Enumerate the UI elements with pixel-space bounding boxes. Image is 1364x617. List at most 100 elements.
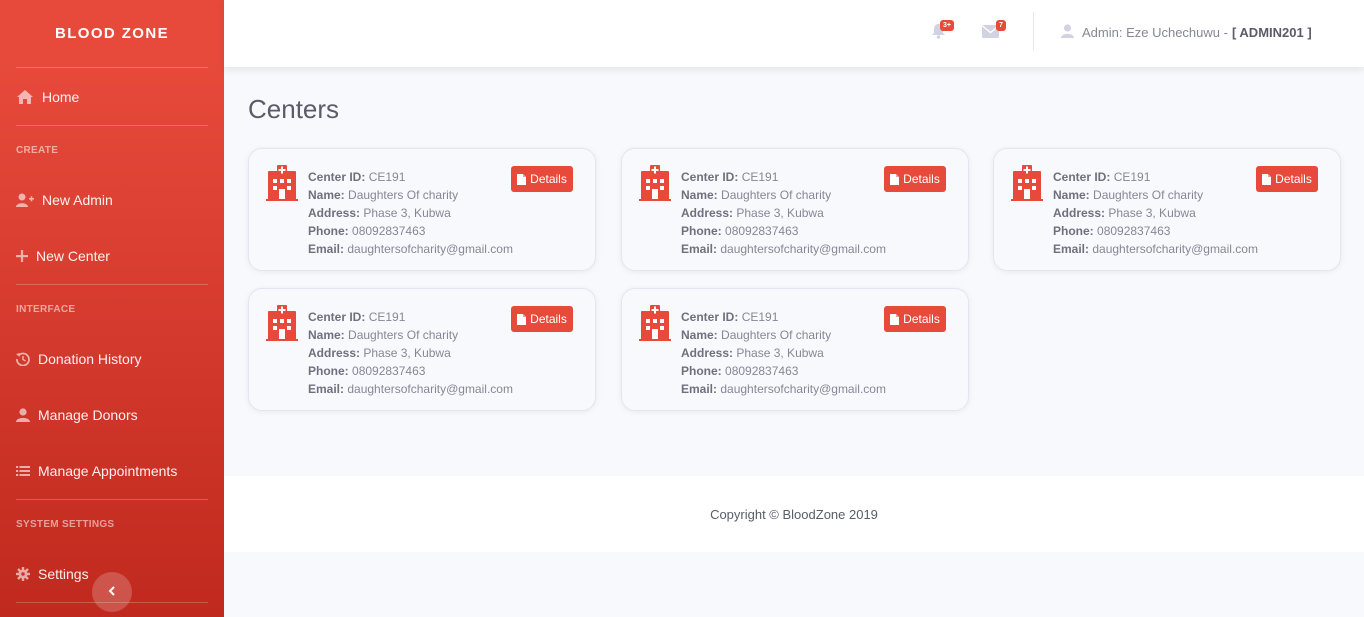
details-button[interactable]: Details [884,166,946,192]
center-address-row: Address: Phase 3, Kubwa [308,204,513,222]
center-info: Center ID: CE191 Name: Daughters Of char… [1053,168,1258,258]
center-id-label: Center ID: [681,310,739,324]
center-email-value: daughtersofcharity@gmail.com [720,242,886,256]
center-card: Center ID: CE191 Name: Daughters Of char… [621,148,969,271]
center-phone-label: Phone: [1053,224,1094,238]
center-phone-label: Phone: [681,224,722,238]
center-id-row: Center ID: CE191 [681,308,886,326]
center-address-value: Phase 3, Kubwa [363,346,451,360]
center-id-row: Center ID: CE191 [1053,168,1258,186]
center-name-value: Daughters Of charity [721,188,832,202]
sidebar-item-label: Manage Donors [38,407,138,423]
sidebar-item-label: New Center [36,248,110,264]
center-phone-value: 08092837463 [352,364,426,378]
center-email-value: daughtersofcharity@gmail.com [347,382,513,396]
brand-logo[interactable]: BLOOD ZONE [0,0,224,67]
center-id-value: CE191 [741,170,779,184]
center-phone-row: Phone: 08092837463 [681,362,886,380]
details-button[interactable]: Details [884,306,946,332]
center-email-label: Email: [681,382,718,396]
center-card: Center ID: CE191 Name: Daughters Of char… [248,288,596,411]
hospital-icon [266,165,298,206]
center-phone-value: 08092837463 [725,364,799,378]
center-address-label: Address: [1053,206,1106,220]
details-label: Details [530,172,567,186]
list-icon [16,464,30,478]
sidebar-item-home[interactable]: Home [0,68,224,125]
details-label: Details [1275,172,1312,186]
sidebar-item-manage-donors[interactable]: Manage Donors [0,387,224,443]
topbar-divider [1033,12,1034,50]
center-id-label: Center ID: [681,170,739,184]
center-email-value: daughtersofcharity@gmail.com [720,382,886,396]
center-address-row: Address: Phase 3, Kubwa [681,344,886,362]
center-name-row: Name: Daughters Of charity [681,326,886,344]
chevron-left-icon [108,583,116,601]
file-icon [890,173,900,185]
history-icon [16,352,30,366]
center-name-row: Name: Daughters Of charity [1053,186,1258,204]
user-avatar-icon [1061,24,1074,41]
center-email-label: Email: [681,242,718,256]
center-name-label: Name: [1053,188,1090,202]
plus-icon [16,249,28,263]
sidebar-heading-create: CREATE [16,144,59,156]
center-email-value: daughtersofcharity@gmail.com [347,242,513,256]
center-name-row: Name: Daughters Of charity [681,186,886,204]
center-name-value: Daughters Of charity [1093,188,1204,202]
topbar: 3+ 7 Admin: Eze Uchechuwu - [ ADMIN201 ] [224,0,1364,67]
sidebar-item-manage-appointments[interactable]: Manage Appointments [0,443,224,499]
user-menu[interactable]: Admin: Eze Uchechuwu - [ ADMIN201 ] [1061,24,1312,41]
file-icon [517,313,527,325]
center-email-value: daughtersofcharity@gmail.com [1092,242,1258,256]
center-phone-label: Phone: [308,224,349,238]
user-plus-icon [16,193,34,207]
user-id: [ ADMIN201 ] [1231,25,1312,40]
center-card: Center ID: CE191 Name: Daughters Of char… [993,148,1341,271]
center-address-value: Phase 3, Kubwa [736,206,824,220]
sidebar-item-label: Donation History [38,351,142,367]
sidebar-item-new-center[interactable]: New Center [0,228,224,284]
center-phone-row: Phone: 08092837463 [681,222,886,240]
hospital-icon [639,165,671,206]
hospital-icon [1011,165,1043,206]
center-name-label: Name: [308,328,345,342]
center-phone-label: Phone: [308,364,349,378]
center-email-row: Email: daughtersofcharity@gmail.com [308,240,513,258]
center-id-label: Center ID: [308,170,366,184]
center-email-label: Email: [308,382,345,396]
sidebar-toggle-button[interactable] [92,572,132,612]
hospital-icon [266,305,298,346]
user-name: Admin: Eze Uchechuwu - [1082,25,1228,40]
sidebar-heading-interface: INTERFACE [16,303,76,315]
center-id-value: CE191 [1113,170,1151,184]
file-icon [1262,173,1272,185]
center-name-value: Daughters Of charity [721,328,832,342]
center-info: Center ID: CE191 Name: Daughters Of char… [681,168,886,258]
messages-button[interactable]: 7 [981,20,1007,46]
center-address-label: Address: [308,346,361,360]
details-button[interactable]: Details [1256,166,1318,192]
sidebar-toggle-wrapper [0,572,224,612]
center-address-row: Address: Phase 3, Kubwa [308,344,513,362]
sidebar-item-donation-history[interactable]: Donation History [0,331,224,387]
center-address-row: Address: Phase 3, Kubwa [681,204,886,222]
center-address-label: Address: [681,346,734,360]
sidebar-item-label: Home [42,88,80,105]
alerts-button[interactable]: 3+ [928,20,954,46]
center-name-label: Name: [681,188,718,202]
center-name-value: Daughters Of charity [348,328,459,342]
center-address-row: Address: Phase 3, Kubwa [1053,204,1258,222]
center-info: Center ID: CE191 Name: Daughters Of char… [308,168,513,258]
center-name-label: Name: [308,188,345,202]
center-name-row: Name: Daughters Of charity [308,186,513,204]
center-card: Center ID: CE191 Name: Daughters Of char… [621,288,969,411]
center-email-row: Email: daughtersofcharity@gmail.com [1053,240,1258,258]
details-button[interactable]: Details [511,166,573,192]
sidebar-item-new-admin[interactable]: New Admin [0,172,224,228]
sidebar: BLOOD ZONE Home CREATE New Admin New Cen… [0,0,224,617]
sidebar-item-label: Manage Appointments [38,463,178,479]
footer: Copyright © BloodZone 2019 [224,476,1364,552]
details-button[interactable]: Details [511,306,573,332]
center-id-value: CE191 [368,170,406,184]
